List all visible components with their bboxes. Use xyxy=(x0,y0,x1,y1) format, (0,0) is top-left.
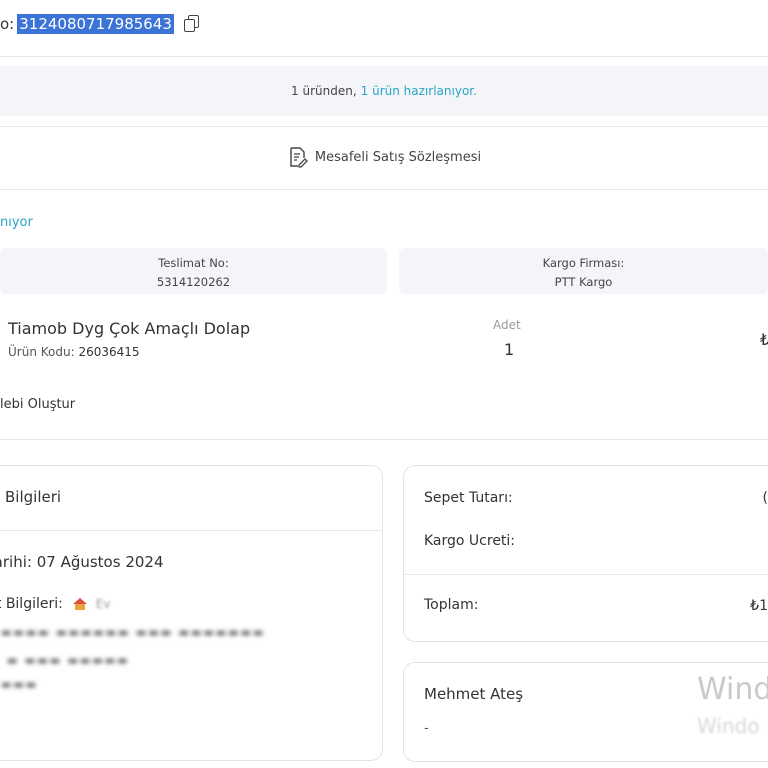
order-date-label: Tarihi: xyxy=(0,553,32,571)
basket-total-value: ( xyxy=(762,490,768,506)
status-banner-highlight: 1 ürün hazırlanıyor. xyxy=(360,84,477,98)
status-banner-prefix: 1 üründen, xyxy=(291,84,357,98)
product-code-value: 26036415 xyxy=(78,345,140,359)
total-label: Toplam: xyxy=(424,597,479,613)
total-value: ₺1 xyxy=(750,598,768,614)
order-number-label: o: xyxy=(0,15,15,33)
quantity-label: Adet xyxy=(493,318,521,332)
product-price: ₺ xyxy=(760,330,768,349)
status-banner: 1 üründen, 1 ürün hazırlanıyor. xyxy=(0,66,768,116)
order-info-title: Bilgileri xyxy=(5,488,62,506)
order-number-value[interactable]: 3124080717985643 xyxy=(17,14,174,34)
create-request-button[interactable]: lebi Oluştur xyxy=(0,397,75,412)
customer-phone: - xyxy=(424,721,429,736)
cargo-company-value: PTT Kargo xyxy=(554,275,613,289)
quantity-value: 1 xyxy=(504,340,515,359)
package-status: nıyor xyxy=(0,215,33,230)
copy-icon[interactable] xyxy=(183,15,200,33)
delivery-number-box: Teslimat No: 5314120262 xyxy=(0,248,387,294)
cargo-company-box: Kargo Firması: PTT Kargo xyxy=(399,248,768,294)
delivery-number-label: Teslimat No: xyxy=(158,256,229,270)
delivery-info: nt Bilgileri: Ev xyxy=(0,596,110,612)
divider xyxy=(0,530,382,531)
contract-label[interactable]: Mesafeli Satış Sözleşmesi xyxy=(315,150,481,165)
redacted-address-line: ▬ ▬▬▬ ▬▬▬▬▬ xyxy=(7,654,130,667)
product-name[interactable]: Tiamob Dyg Çok Amaçlı Dolap xyxy=(8,319,250,338)
divider xyxy=(0,126,768,127)
divider xyxy=(0,439,768,440)
order-info-card: Bilgileri Tarihi: 07 Ağustos 2024 nt Bil… xyxy=(0,465,383,761)
order-summary-card: Sepet Tutarı: ( Kargo Ucreti: Toplam: ₺1 xyxy=(403,465,768,642)
address-name: Ev xyxy=(95,597,111,611)
delivery-number-value: 5314120262 xyxy=(156,275,231,289)
windows-activation-watermark-sub: Windo xyxy=(697,714,760,738)
cargo-company-label: Kargo Firması: xyxy=(542,256,625,270)
delivery-info-label: nt Bilgileri: xyxy=(0,596,63,612)
product-code-label: Ürün Kodu: xyxy=(8,345,75,359)
shipping-fee-label: Kargo Ucreti: xyxy=(424,533,516,549)
home-icon xyxy=(73,598,88,610)
customer-name: Mehmet Ateş xyxy=(424,685,524,703)
order-number-row: o: 3124080717985643 xyxy=(0,8,200,40)
divider xyxy=(0,56,768,57)
product-code: Ürün Kodu: 26036415 xyxy=(8,345,140,359)
divider xyxy=(404,574,768,575)
redacted-address-line: ▬▬▬ xyxy=(1,678,39,691)
basket-total-label: Sepet Tutarı: xyxy=(424,490,513,506)
divider xyxy=(0,189,768,190)
order-date-value: 07 Ağustos 2024 xyxy=(36,553,164,571)
order-date: Tarihi: 07 Ağustos 2024 xyxy=(0,553,164,571)
contract-link[interactable]: Mesafeli Satış Sözleşmesi xyxy=(0,142,768,172)
document-edit-icon xyxy=(287,146,308,168)
windows-activation-watermark: Wind xyxy=(697,672,768,707)
redacted-address-line: ▬▬▬▬ ▬▬▬▬▬▬ ▬▬▬ ▬▬▬▬▬▬▬ xyxy=(1,626,266,639)
